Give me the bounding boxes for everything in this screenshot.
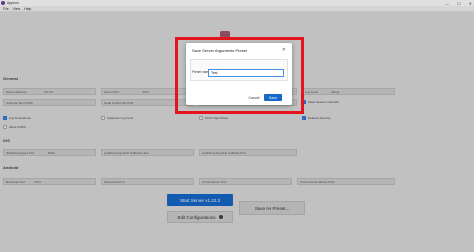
- close-icon[interactable]: ✕: [282, 47, 286, 53]
- cancel-button[interactable]: Cancel: [246, 94, 262, 101]
- dialog-title: Save Server Arguments Preset: [192, 48, 247, 53]
- preset-name-input[interactable]: Test: [208, 69, 284, 77]
- save-preset-dialog: Save Server Arguments Preset ✕ Preset na…: [186, 43, 292, 105]
- save-button[interactable]: Save: [264, 94, 282, 101]
